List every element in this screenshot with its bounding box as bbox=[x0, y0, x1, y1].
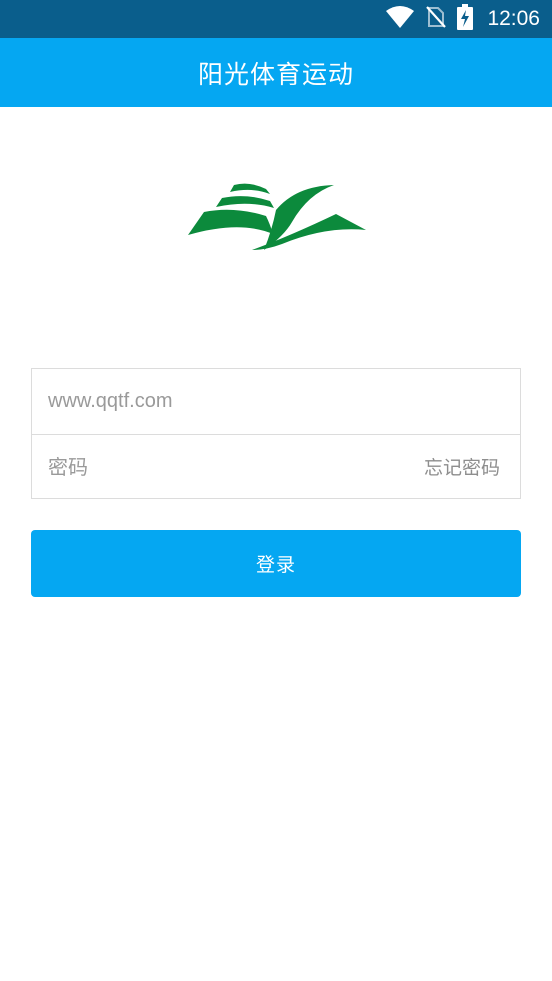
password-input[interactable] bbox=[48, 435, 378, 499]
app-bar: 阳光体育运动 bbox=[0, 38, 552, 107]
status-time: 12:06 bbox=[487, 7, 540, 30]
username-field bbox=[32, 369, 520, 434]
username-input[interactable] bbox=[48, 369, 520, 434]
password-field: 忘记密码 bbox=[32, 434, 520, 499]
no-sim-icon bbox=[425, 5, 447, 33]
forgot-password-link[interactable]: 忘记密码 bbox=[424, 453, 500, 480]
book-leaf-logo bbox=[186, 180, 368, 254]
app-title: 阳光体育运动 bbox=[197, 59, 354, 89]
login-form: 忘记密码 bbox=[31, 368, 521, 499]
wifi-icon bbox=[385, 5, 415, 33]
status-bar: 12:06 bbox=[0, 0, 552, 38]
login-button[interactable]: 登录 bbox=[31, 530, 521, 597]
battery-charging-icon bbox=[457, 4, 474, 34]
status-icons: 12:06 bbox=[385, 0, 540, 38]
